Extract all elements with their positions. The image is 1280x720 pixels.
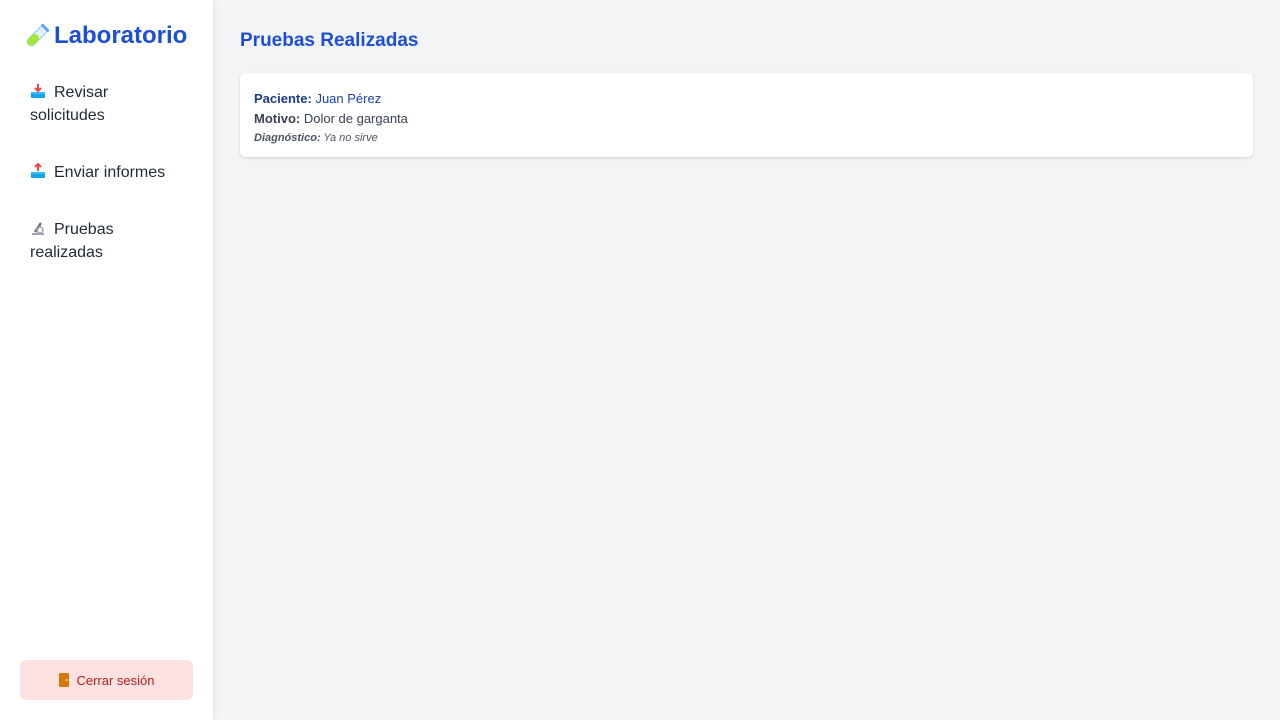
reason-label: Motivo: [254, 111, 301, 126]
logout-label: Cerrar sesión [76, 672, 155, 688]
main-content: Pruebas Realizadas Paciente: Juan Pérez … [213, 0, 1280, 720]
logout-button[interactable]: Cerrar sesión [20, 660, 193, 700]
app: Laboratorio Revisar solicitudes Enviar i… [0, 0, 1280, 720]
reason-row: Motivo: Dolor de garganta [254, 109, 1239, 129]
sidebar-item-label: Enviar informes [54, 164, 166, 181]
diagnosis-row: Diagnóstico: Ya no sirve [254, 129, 1239, 147]
patient-label: Paciente: [254, 91, 312, 106]
sidebar-item-pruebas-realizadas[interactable]: Pruebas realizadas [30, 218, 150, 264]
patient-name: Juan Pérez [315, 91, 382, 106]
sidebar: Laboratorio Revisar solicitudes Enviar i… [0, 0, 213, 720]
diagnosis-value: Ya no sirve [323, 132, 378, 144]
diagnosis-label: Diagnóstico: [254, 132, 321, 144]
microscope-icon [32, 222, 44, 235]
sidebar-item-revisar-solicitudes[interactable]: Revisar solicitudes [30, 81, 150, 127]
door-icon [59, 673, 70, 687]
page-title: Pruebas Realizadas [240, 30, 419, 51]
test-tube-icon [26, 23, 50, 47]
inbox-tray-icon [31, 84, 45, 98]
test-record-card: Paciente: Juan Pérez Motivo: Dolor de ga… [240, 73, 1253, 157]
sidebar-item-enviar-informes[interactable]: Enviar informes [30, 161, 200, 184]
patient-row: Paciente: Juan Pérez [254, 89, 1239, 109]
outbox-tray-icon [31, 163, 45, 178]
brand: Laboratorio [24, 22, 187, 50]
brand-label: Laboratorio [54, 22, 188, 49]
reason-value: Dolor de garganta [303, 111, 408, 126]
